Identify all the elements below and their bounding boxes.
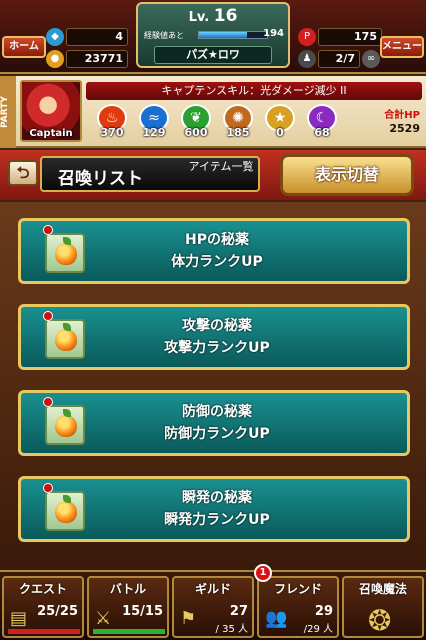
new-badge	[43, 225, 53, 235]
total-hp-value: 2529	[389, 122, 420, 135]
player-name: パズ★ロワ	[154, 46, 272, 64]
guild-icon: ⚑	[180, 608, 197, 629]
display-toggle-button[interactable]: 表示切替	[280, 154, 414, 196]
title-bar: ⮌ 召喚リスト アイテム一覧 表示切替	[0, 150, 426, 200]
points-icon: P	[298, 28, 316, 46]
nav-battle-button[interactable]: バトル ⚔ 15/15	[87, 576, 169, 638]
friend-slot-count: 2/7	[318, 50, 360, 68]
item-name: HPの秘薬	[185, 232, 249, 248]
exp-bar	[198, 31, 268, 39]
new-badge	[43, 397, 53, 407]
coin-icon: ●	[46, 50, 64, 68]
list-item[interactable]: 攻撃の秘薬 攻撃力ランクUP	[18, 304, 410, 370]
potion-icon	[45, 491, 85, 531]
exp-remaining: 194	[263, 28, 284, 39]
item-desc: 防御力ランクUP	[164, 426, 270, 442]
attribute-value: 370	[100, 126, 124, 139]
back-button[interactable]: ⮌	[8, 160, 38, 186]
nav-quest-button[interactable]: クエスト ▤ 25/25	[2, 576, 84, 638]
friend-count: 29	[314, 604, 333, 619]
nav-friend-button[interactable]: フレンド 👥 29 /29 人	[257, 576, 339, 638]
quest-stamina-bar	[8, 629, 80, 634]
nav-guild-button[interactable]: ギルド ⚑ 27 / 35 人	[172, 576, 254, 638]
item-name: 防御の秘薬	[182, 404, 252, 420]
magic-circle-icon: ❂	[368, 604, 392, 637]
captain-skill: キャプテンスキル：光ダメージ減少 II	[86, 82, 422, 100]
gem-icon: ◆	[46, 28, 64, 46]
level-display: Lv. 16	[138, 6, 288, 26]
menu-button[interactable]: メニュー	[380, 36, 424, 58]
item-desc: 体力ランクUP	[171, 254, 263, 270]
list-item[interactable]: 瞬発の秘薬 瞬発力ランクUP	[18, 476, 410, 542]
item-name: 攻撃の秘薬	[182, 318, 252, 334]
nav-quest-label: クエスト	[18, 582, 67, 596]
nav-guild-label: ギルド	[194, 582, 231, 596]
item-desc: 攻撃力ランクUP	[164, 340, 270, 356]
attribute-value: 185	[226, 126, 250, 139]
exp-label: 経験値あと	[144, 31, 184, 40]
potion-icon	[45, 233, 85, 273]
attribute-value: 0	[276, 126, 284, 139]
attribute-wind: ❦ 600	[176, 104, 216, 139]
nav-summon-button[interactable]: 召喚魔法 ❂	[342, 576, 424, 638]
page-title: 召喚リスト	[58, 169, 143, 189]
attribute-dark: ☾ 68	[302, 104, 342, 139]
battle-stamina: 15/15	[122, 604, 163, 619]
gem-count: 4	[66, 28, 128, 46]
level-value: 16	[213, 6, 238, 26]
exp-bar-fill	[199, 32, 247, 38]
list-item[interactable]: 防御の秘薬 防御力ランクUP	[18, 390, 410, 456]
swords-icon: ⚔	[95, 608, 112, 629]
points-count: 175	[318, 28, 382, 46]
attribute-earth: ✺ 185	[218, 104, 258, 139]
status-header: ◆ 4 ● 23771 ホーム Lv. 16 経験値あと 194 パズ★ロワ P…	[0, 0, 426, 74]
new-badge	[43, 311, 53, 321]
attribute-fire: ♨ 370	[92, 104, 132, 139]
title-plate: 召喚リスト アイテム一覧	[40, 156, 260, 192]
list-item[interactable]: HPの秘薬 体力ランクUP	[18, 218, 410, 284]
potion-icon	[45, 405, 85, 445]
total-hp-label: 合計HP	[384, 110, 420, 121]
item-list[interactable]: HPの秘薬 体力ランクUP 攻撃の秘薬 攻撃力ランクUP 防御の秘薬 防御力ラン…	[0, 202, 426, 570]
item-desc: 瞬発力ランクUP	[164, 512, 270, 528]
home-button[interactable]: ホーム	[2, 36, 46, 58]
quest-stamina: 25/25	[37, 604, 78, 619]
nav-battle-label: バトル	[109, 582, 147, 596]
party-panel[interactable]: PARTY Captain キャプテンスキル：光ダメージ減少 II ♨ 370 …	[0, 76, 426, 148]
battle-stamina-bar	[93, 629, 165, 634]
coin-count: 23771	[66, 50, 128, 68]
guild-max: / 35 人	[215, 624, 248, 635]
friend-max: /29 人	[303, 624, 333, 635]
guild-members: 27	[229, 604, 248, 619]
friends-icon: 👥	[265, 608, 288, 629]
attribute-light: ★ 0	[260, 104, 300, 139]
bottom-nav: クエスト ▤ 25/25 バトル ⚔ 15/15 ギルド ⚑ 27 / 35 人…	[0, 564, 426, 640]
item-name: 瞬発の秘薬	[182, 490, 252, 506]
nav-friend-label: フレンド	[273, 582, 322, 596]
quest-icon: ▤	[10, 608, 28, 629]
attribute-water: ≈ 129	[134, 104, 174, 139]
new-badge	[43, 483, 53, 493]
friend-slot-icon: ♟	[298, 50, 316, 68]
potion-icon	[45, 319, 85, 359]
captain-label: Captain	[29, 128, 73, 139]
level-plate: Lv. 16 経験値あと 194 パズ★ロワ	[136, 2, 290, 68]
level-prefix: Lv.	[188, 10, 210, 25]
page-subtitle: アイテム一覧	[188, 160, 254, 173]
attribute-value: 68	[314, 126, 330, 139]
attribute-value: 600	[184, 126, 208, 139]
party-tab[interactable]: PARTY	[0, 76, 16, 148]
attribute-value: 129	[142, 126, 166, 139]
nav-summon-label: 召喚魔法	[358, 582, 407, 596]
friend-notification-badge: 1	[254, 564, 272, 582]
link-icon[interactable]: ∞	[362, 50, 380, 68]
